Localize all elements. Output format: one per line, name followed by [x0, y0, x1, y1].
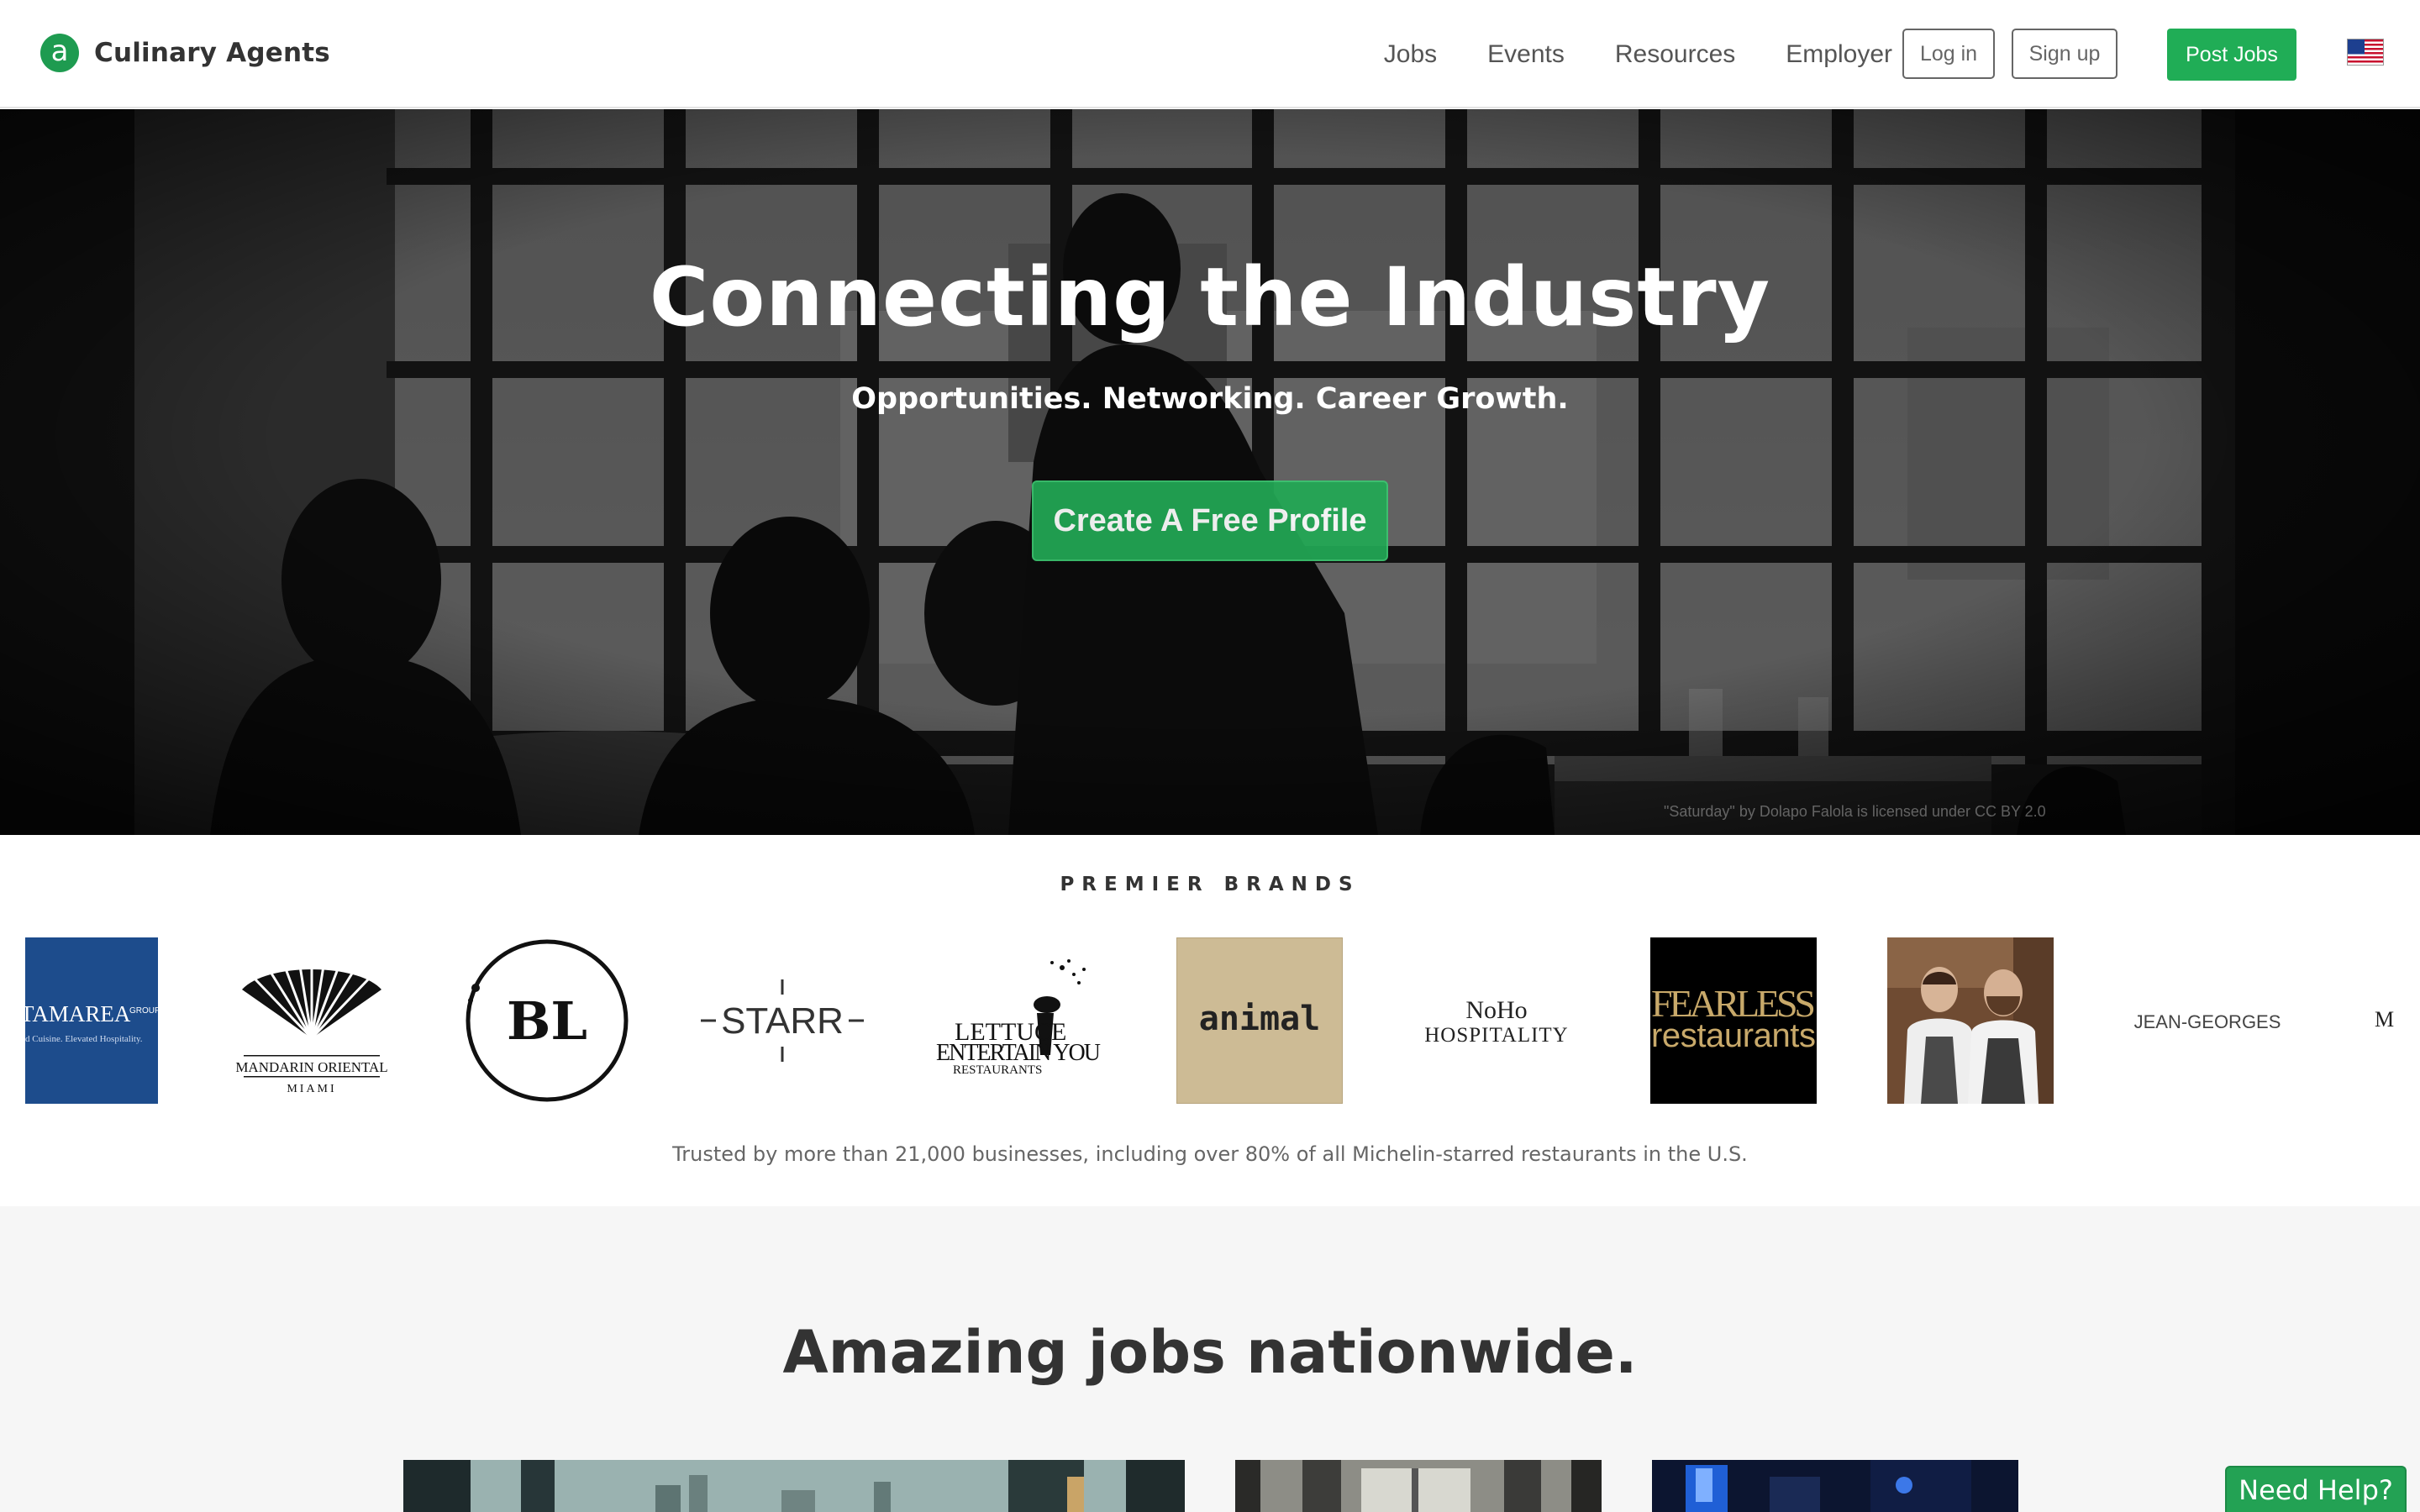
logo-mark-icon: a — [40, 34, 79, 72]
lettuce-line2: ENTERTAIN YOU — [936, 1040, 1101, 1066]
create-profile-button[interactable]: Create A Free Profile — [1032, 480, 1388, 561]
brand-logo-bl[interactable]: BL — [464, 937, 630, 1104]
signup-button[interactable]: Sign up — [2012, 29, 2118, 79]
tamarea-name: TAMAREA — [25, 1001, 131, 1026]
trusted-by-text: Trusted by more than 21,000 businesses, … — [672, 1142, 1748, 1166]
brand-logo-tamarea[interactable]: TAMAREA GROUP d Cuisine. Elevated Hospit… — [25, 937, 158, 1104]
bl-text: BL — [507, 990, 587, 1052]
nav-jobs[interactable]: Jobs — [1384, 40, 1437, 69]
jean-georges-text: JEAN-GEORGES — [2134, 1011, 2281, 1032]
need-help-button[interactable]: Need Help? — [2225, 1466, 2407, 1512]
logo[interactable]: a Culinary Agents — [40, 34, 330, 72]
brand-logo-animal[interactable]: animal — [1176, 937, 1343, 1104]
noho-sub: HOSPITALITY — [1424, 1024, 1569, 1047]
jobs-heading: Amazing jobs nationwide. — [782, 1318, 1638, 1387]
jobs-section: Amazing jobs nationwide. — [0, 1206, 2420, 1512]
premier-brands-heading: PREMIER BRANDS — [1060, 874, 1360, 895]
tamarea-sub: d Cuisine. Elevated Hospitality. — [25, 1034, 143, 1044]
job-city-card-2[interactable] — [1235, 1460, 1602, 1512]
brand-logo-starr[interactable]: STARR — [699, 937, 865, 1104]
hero-subtitle: Opportunities. Networking. Career Growth… — [851, 382, 1569, 416]
photo-credit: "Saturday" by Dolapo Falola is licensed … — [1664, 803, 2046, 820]
brand-logo-fearless[interactable]: FEARLESS restaurants — [1650, 937, 1817, 1104]
nav-events[interactable]: Events — [1487, 40, 1565, 69]
brand-logo-partial[interactable]: M — [2361, 937, 2420, 1104]
brand-logo-mandarin-oriental[interactable]: MANDARIN ORIENTAL MIAMI — [229, 937, 395, 1104]
post-jobs-button[interactable]: Post Jobs — [2167, 29, 2296, 81]
starr-text: STARR — [721, 1000, 844, 1042]
hero-photo — [0, 109, 2420, 835]
brand-photo-chefs[interactable] — [1887, 937, 2054, 1104]
nav-resources[interactable]: Resources — [1615, 40, 1735, 69]
animal-text: animal — [1199, 1000, 1321, 1038]
login-button[interactable]: Log in — [1902, 29, 1995, 79]
fearless-sub: restaurants — [1651, 1017, 1816, 1054]
partial-logo-text: M — [2375, 1007, 2394, 1032]
noho-name: NoHo — [1465, 996, 1527, 1024]
brand-logo-jean-georges[interactable]: JEAN-GEORGES — [2124, 937, 2291, 1104]
mandarin-sub: MIAMI — [287, 1083, 336, 1095]
hero-banner: Connecting the Industry Opportunities. N… — [0, 109, 2420, 835]
logo-text: Culinary Agents — [94, 38, 330, 68]
tamarea-tag: GROUP — [129, 1006, 158, 1016]
brand-logo-lettuce[interactable]: LETTUCE ENTERTAIN YOU RESTAURANTS — [936, 937, 1102, 1104]
hero-title: Connecting the Industry — [649, 250, 1771, 344]
job-city-card-3[interactable] — [1652, 1460, 2018, 1512]
lettuce-sub: RESTAURANTS — [953, 1063, 1042, 1077]
brand-logo-noho[interactable]: NoHo HOSPITALITY — [1413, 937, 1580, 1104]
us-flag-icon[interactable] — [2347, 39, 2384, 66]
nav-links: Jobs Events Resources Employer — [1334, 0, 1892, 108]
job-city-card-1[interactable] — [403, 1460, 1185, 1512]
top-nav: a Culinary Agents Jobs Events Resources … — [0, 0, 2420, 108]
mandarin-name: MANDARIN ORIENTAL — [235, 1059, 387, 1075]
nav-employer[interactable]: Employer — [1786, 40, 1892, 69]
